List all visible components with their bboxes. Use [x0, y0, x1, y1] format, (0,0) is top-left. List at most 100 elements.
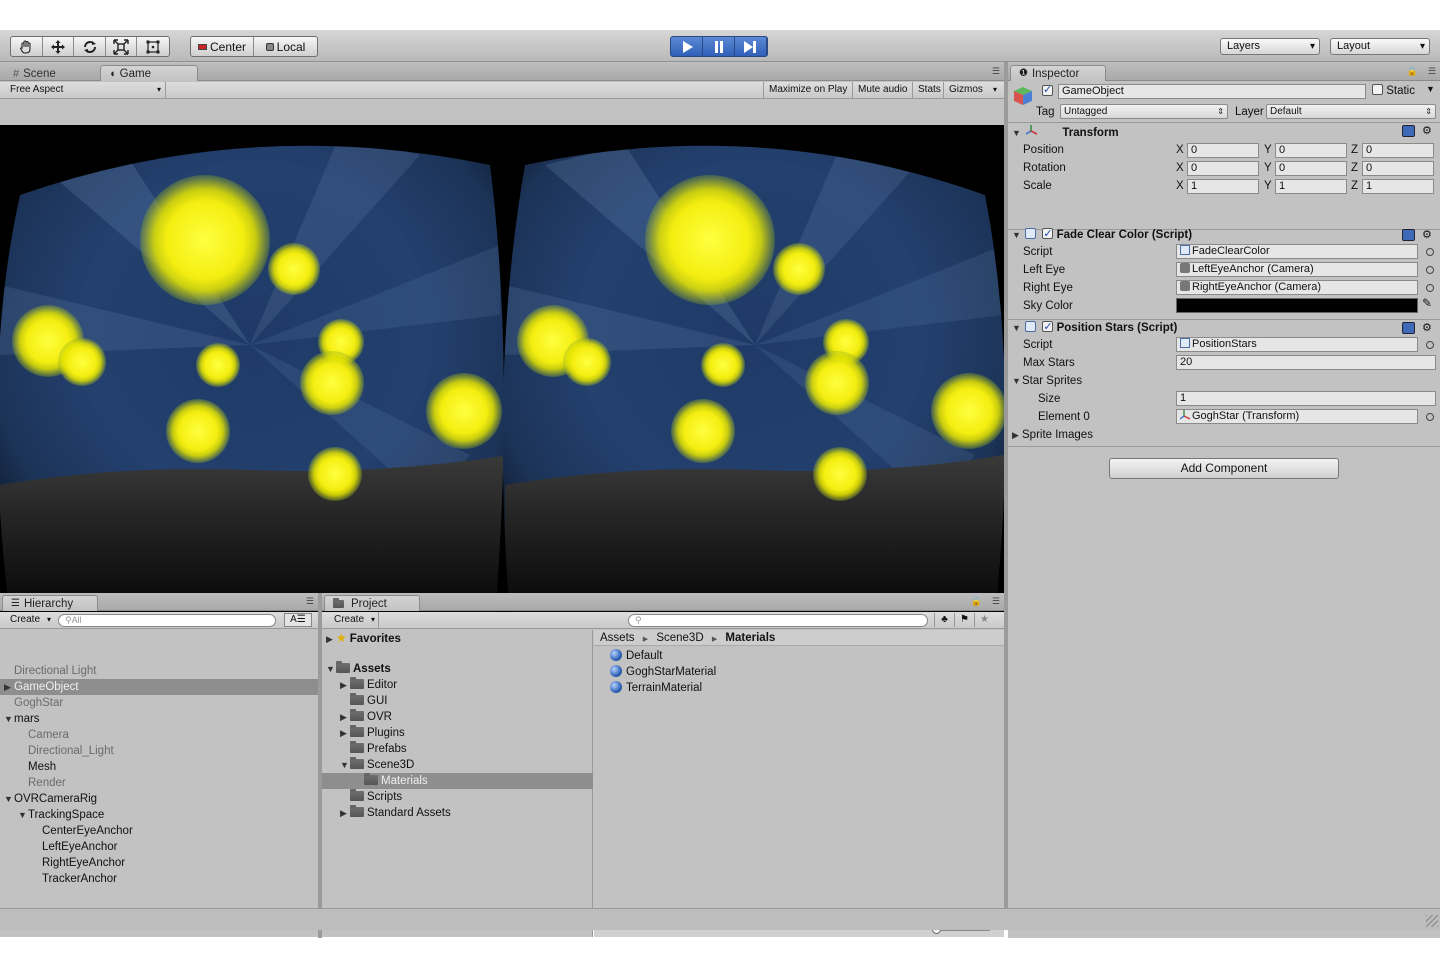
transform-z-field[interactable]: 0	[1362, 143, 1434, 158]
filter-label-icon[interactable]: ⚑	[954, 613, 974, 627]
transform-y-field[interactable]: 0	[1275, 143, 1347, 158]
inspector-menu-icon[interactable]: ☰	[1428, 66, 1436, 77]
collapse-arrow-icon[interactable]: ▼	[18, 807, 28, 823]
tab-scene[interactable]: # Scene	[4, 65, 65, 81]
fade-collapse-icon[interactable]: ▼	[1012, 227, 1022, 243]
max-stars-field[interactable]: 20	[1176, 355, 1436, 370]
stars-enabled-checkbox[interactable]	[1042, 319, 1054, 335]
hierarchy-item[interactable]: RightEyeAnchor	[0, 855, 318, 871]
expand-arrow-icon[interactable]: ▶	[340, 805, 350, 821]
collapse-arrow-icon[interactable]: ▼	[4, 711, 14, 727]
tab-hierarchy[interactable]: ☰ Hierarchy	[2, 595, 98, 611]
transform-x-field[interactable]: 1	[1187, 179, 1259, 194]
hand-tool-icon[interactable]	[11, 37, 43, 56]
transform-y-field[interactable]: 1	[1275, 179, 1347, 194]
hierarchy-item[interactable]: Camera	[0, 727, 318, 743]
hierarchy-item[interactable]: GoghStar	[0, 695, 318, 711]
transform-header[interactable]: ▼ Transform ⚙	[1012, 124, 1436, 140]
add-component-button[interactable]: Add Component	[1109, 458, 1339, 479]
filter-type-icon[interactable]: ♣	[934, 613, 954, 627]
size-field[interactable]: 1	[1176, 391, 1436, 406]
maximize-on-play-toggle[interactable]: Maximize on Play	[763, 82, 852, 98]
favorites-row[interactable]: ▶ ★ Favorites	[326, 630, 401, 646]
stats-toggle[interactable]: Stats	[912, 82, 946, 98]
project-folder-item[interactable]: Scripts	[322, 789, 593, 805]
left-eye-field[interactable]: LeftEyeAnchor (Camera)	[1176, 262, 1418, 277]
static-chevron-icon[interactable]: ▼	[1426, 84, 1435, 94]
play-button[interactable]	[671, 37, 704, 56]
project-folder-item[interactable]: Prefabs	[322, 741, 593, 757]
expand-arrow-icon[interactable]: ▶	[340, 709, 350, 725]
project-folder-item[interactable]: ▶ OVR	[322, 709, 593, 725]
tab-game[interactable]: ◖ Game	[100, 65, 198, 81]
tab-project[interactable]: Project	[324, 595, 420, 611]
breadcrumb-materials[interactable]: Materials	[725, 632, 775, 644]
tab-inspector[interactable]: ❶ Inspector	[1010, 65, 1106, 81]
project-folder-item[interactable]: ▶ Standard Assets	[322, 805, 593, 821]
hierarchy-item[interactable]: Directional Light	[0, 663, 318, 679]
asset-item[interactable]: Default	[610, 648, 662, 664]
hierarchy-menu-icon[interactable]: ☰	[306, 596, 314, 607]
favorites-expand-icon[interactable]: ▶	[326, 631, 336, 647]
stars-gear-icon[interactable]: ⚙	[1422, 320, 1432, 336]
transform-help-icon[interactable]	[1402, 125, 1415, 137]
hierarchy-create-dropdown[interactable]: Create ▾	[4, 612, 54, 628]
assets-row[interactable]: ▼ Assets	[326, 661, 391, 677]
rotate-tool-icon[interactable]	[74, 37, 106, 56]
assets-collapse-icon[interactable]: ▼	[326, 661, 336, 677]
expand-arrow-icon[interactable]: ▶	[340, 725, 350, 741]
mute-audio-toggle[interactable]: Mute audio	[852, 82, 912, 98]
hierarchy-search-input[interactable]: ⚲All	[58, 614, 276, 627]
hierarchy-item[interactable]: TrackerAnchor	[0, 871, 318, 887]
position-stars-header[interactable]: ▼ Position Stars (Script) ⚙	[1012, 319, 1436, 336]
breadcrumb-assets[interactable]: Assets	[600, 632, 635, 644]
hierarchy-item[interactable]: ▼mars	[0, 711, 318, 727]
hierarchy-item[interactable]: LeftEyeAnchor	[0, 839, 318, 855]
resize-grip-icon[interactable]	[1426, 915, 1438, 927]
fade-help-icon[interactable]	[1402, 229, 1415, 241]
asset-item[interactable]: GoghStarMaterial	[610, 664, 716, 680]
lock-icon[interactable]: 🔒	[971, 596, 982, 607]
favorite-star-icon[interactable]: ★	[974, 613, 994, 627]
transform-z-field[interactable]: 1	[1362, 179, 1434, 194]
pause-button[interactable]	[703, 37, 735, 56]
tag-dropdown[interactable]: Untagged ⇕	[1060, 104, 1228, 119]
right-eye-field[interactable]: RightEyeAnchor (Camera)	[1176, 280, 1418, 295]
hierarchy-item[interactable]: Mesh	[0, 759, 318, 775]
transform-z-field[interactable]: 0	[1362, 161, 1434, 176]
collapse-arrow-icon[interactable]: ▼	[4, 791, 14, 807]
hierarchy-item[interactable]: CenterEyeAnchor	[0, 823, 318, 839]
rect-tool-icon[interactable]	[137, 37, 169, 56]
panel-menu-icon[interactable]: ☰	[992, 66, 1000, 77]
project-folder-item[interactable]: ▼ Scene3D	[322, 757, 593, 773]
object-picker-icon[interactable]	[1426, 248, 1434, 256]
project-folder-item[interactable]: GUI	[322, 693, 593, 709]
sprite-images-foldout[interactable]: ▶ Sprite Images	[1012, 427, 1093, 443]
layout-dropdown[interactable]: Layout	[1330, 38, 1430, 55]
pivot-center-button[interactable]: Center	[191, 37, 255, 56]
hierarchy-item[interactable]: ▼OVRCameraRig	[0, 791, 318, 807]
hierarchy-item[interactable]: ▶ GameObject	[0, 679, 318, 695]
eyedropper-icon[interactable]: ✎	[1422, 296, 1432, 310]
step-button[interactable]	[735, 37, 767, 56]
expand-arrow-icon[interactable]: ▶	[340, 677, 350, 693]
star-sprites-collapse-icon[interactable]: ▼	[1012, 373, 1022, 389]
fade-clear-color-header[interactable]: ▼ Fade Clear Color (Script) ⚙	[1012, 226, 1436, 243]
aspect-dropdown[interactable]: Free Aspect ▾	[0, 82, 166, 98]
project-search-input[interactable]: ⚲	[628, 614, 928, 627]
stars-help-icon[interactable]	[1402, 322, 1415, 334]
element-0-field[interactable]: GoghStar (Transform)	[1176, 409, 1418, 424]
transform-collapse-icon[interactable]: ▼	[1012, 125, 1022, 141]
sky-color-swatch[interactable]	[1176, 298, 1418, 313]
layers-dropdown[interactable]: Layers	[1220, 38, 1320, 55]
gizmos-dropdown[interactable]: Gizmos ▾	[943, 82, 999, 98]
sort-icon[interactable]: A☰	[284, 613, 312, 627]
object-picker-icon[interactable]	[1426, 266, 1434, 274]
game-viewport[interactable]	[0, 125, 1004, 619]
transform-x-field[interactable]: 0	[1187, 143, 1259, 158]
asset-item[interactable]: TerrainMaterial	[610, 680, 702, 696]
project-folder-item[interactable]: ▶ Plugins	[322, 725, 593, 741]
layer-dropdown[interactable]: Default ⇕	[1266, 104, 1436, 119]
expand-arrow-icon[interactable]: ▶	[4, 679, 14, 695]
fade-script-field[interactable]: FadeClearColor	[1176, 244, 1418, 259]
